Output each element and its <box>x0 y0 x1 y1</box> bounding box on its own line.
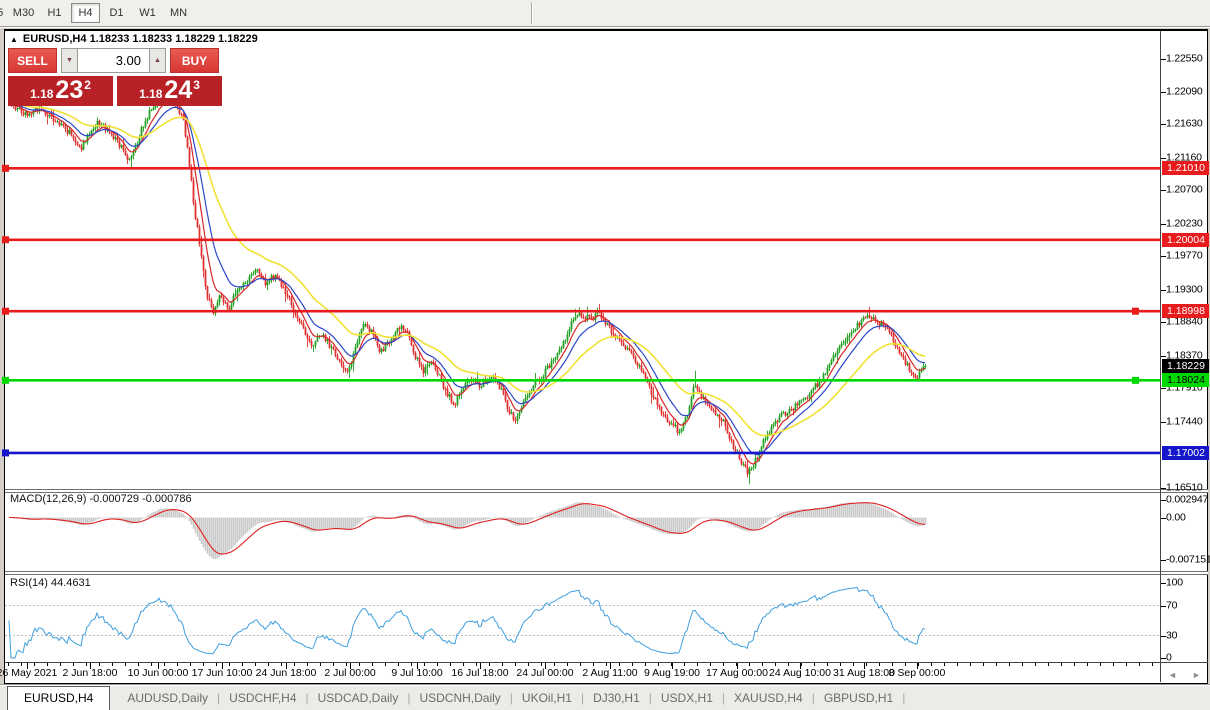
timeframe-button-h4[interactable]: H4 <box>71 3 100 23</box>
price-scale-tick: 1.22090 <box>1166 85 1203 98</box>
ohlc-values: 1.18233 1.18233 1.18229 1.18229 <box>90 33 258 45</box>
tab-usdcnh-daily[interactable]: USDCNH,Daily <box>410 687 509 710</box>
symbol-header: ▲ EURUSD,H4 1.18233 1.18233 1.18229 1.182… <box>10 33 258 45</box>
buy-price-display[interactable]: 1.18243 <box>117 76 222 106</box>
rsi-scale-tick: 30 <box>1166 629 1177 642</box>
tab-gbpusd-h1[interactable]: GBPUSD,H1 <box>815 687 902 710</box>
timeframe-button-w1[interactable]: W1 <box>133 3 162 23</box>
volume-increase-button[interactable]: ▲ <box>149 48 166 73</box>
price-level-label-1.21010: 1.21010 <box>1162 161 1209 175</box>
toolbar-separator <box>531 2 533 24</box>
symbol-name: EURUSD,H4 <box>23 33 87 45</box>
timeframe-button-mn[interactable]: MN <box>164 3 193 23</box>
price-scale-tick: 1.17440 <box>1166 415 1203 428</box>
price-level-label-1.18024: 1.18024 <box>1162 373 1209 387</box>
price-scale-tick: 1.21630 <box>1166 118 1203 131</box>
price-level-label-1.17002: 1.17002 <box>1162 446 1209 460</box>
tab-audusd-daily[interactable]: AUDUSD,Daily <box>118 687 217 710</box>
current-price-label: 1.18229 <box>1162 359 1209 373</box>
rsi-scale-tick: 100 <box>1166 577 1183 590</box>
macd-scale-tick: 0.002947 <box>1166 493 1208 506</box>
rsi-scale-tick: 70 <box>1166 599 1177 612</box>
rsi-scale-tick: 0 <box>1166 652 1172 665</box>
timeframe-button-m15[interactable]: M15 <box>0 3 7 23</box>
chart-tab-bar: EURUSD,H4AUDUSD,Daily|USDCHF,H4|USDCAD,D… <box>0 684 1210 710</box>
price-scale-tick: 1.19770 <box>1166 250 1203 263</box>
tab-usdx-h1[interactable]: USDX,H1 <box>652 687 722 710</box>
arrow-down-icon: ▼ <box>66 57 73 64</box>
one-click-trade-panel: SELL ▼ 3.00 ▲ BUY 1.18232 1.18243 <box>8 48 222 106</box>
price-scale-tick: 1.20700 <box>1166 184 1203 197</box>
macd-indicator-title: MACD(12,26,9) -0.000729 -0.000786 <box>10 493 192 505</box>
price-scale-tick: 1.19300 <box>1166 283 1203 296</box>
tab-xauusd-h4[interactable]: XAUUSD,H4 <box>725 687 812 710</box>
tab-usdchf-h4[interactable]: USDCHF,H4 <box>220 687 305 710</box>
buy-button[interactable]: BUY <box>170 48 219 73</box>
tab-scroll-left-icon[interactable]: ◄ <box>1168 670 1177 680</box>
timeframe-button-m30[interactable]: M30 <box>9 3 38 23</box>
price-level-label-1.20004: 1.20004 <box>1162 233 1209 247</box>
tab-usdcad-daily[interactable]: USDCAD,Daily <box>309 687 408 710</box>
tab-dj30-h1[interactable]: DJ30,H1 <box>584 687 649 710</box>
tab-ukoil-h1[interactable]: UKOil,H1 <box>513 687 581 710</box>
volume-input[interactable]: 3.00 <box>78 48 149 73</box>
collapse-triangle-icon[interactable]: ▲ <box>10 35 18 44</box>
arrow-up-icon: ▲ <box>154 57 161 64</box>
macd-scale-tick: 0.00 <box>1166 511 1186 524</box>
timeframe-toolbar: M15M30H1H4D1W1MN <box>0 0 1210 27</box>
sell-button[interactable]: SELL <box>8 48 57 73</box>
price-scale-tick: 1.22550 <box>1166 53 1203 66</box>
timeframe-button-h1[interactable]: H1 <box>40 3 69 23</box>
price-scale-tick: 1.20230 <box>1166 217 1203 230</box>
timeframe-button-d1[interactable]: D1 <box>102 3 131 23</box>
time-axis-label: 8 Sep 00:00 <box>871 667 963 679</box>
macd-scale-tick: -0.007151 <box>1166 554 1210 567</box>
rsi-indicator-title: RSI(14) 44.4631 <box>10 577 91 589</box>
tab-eurusd-h4[interactable]: EURUSD,H4 <box>7 686 110 710</box>
price-level-label-1.18998: 1.18998 <box>1162 304 1209 318</box>
tab-scroll-right-icon[interactable]: ► <box>1192 670 1201 680</box>
sell-price-display[interactable]: 1.18232 <box>8 76 113 106</box>
chart-window <box>4 29 1208 684</box>
volume-decrease-button[interactable]: ▼ <box>61 48 78 73</box>
tab-separator: | <box>902 691 905 710</box>
